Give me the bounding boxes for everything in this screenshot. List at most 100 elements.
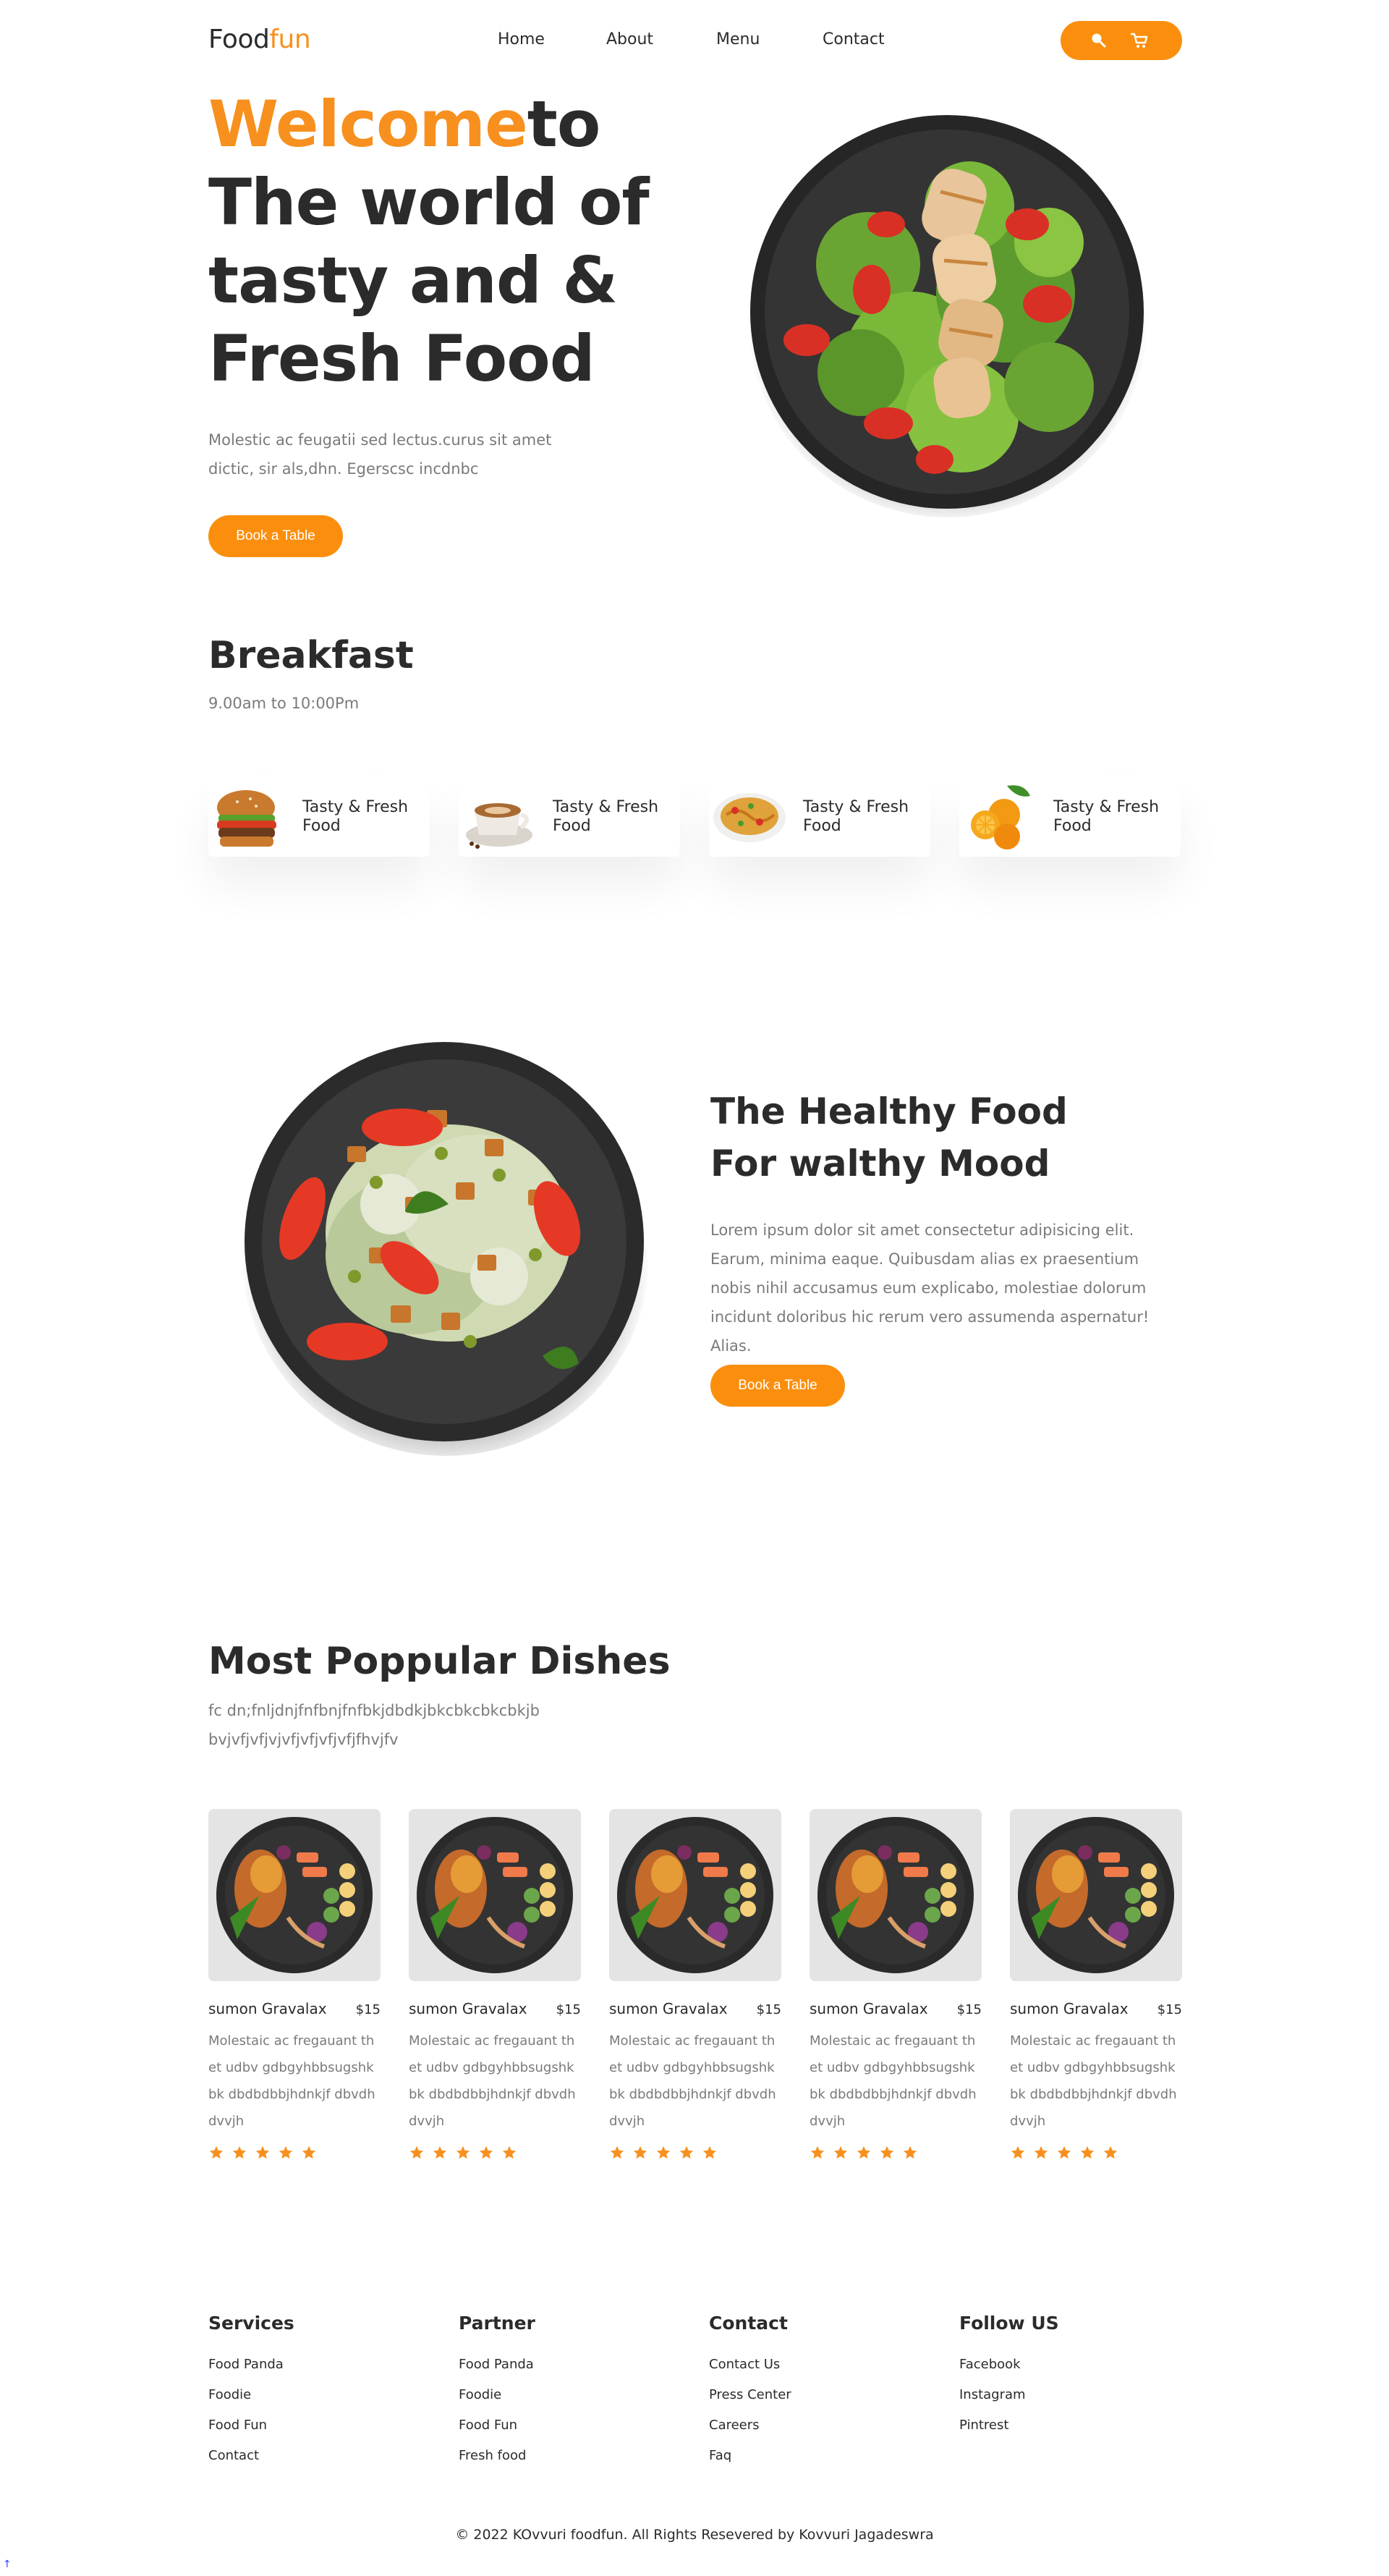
search-icon[interactable] (1089, 31, 1108, 50)
copyright-text: © 2022 KOvvuri foodfun. All Rights Resev… (455, 2527, 934, 2543)
star-icon (1056, 2145, 1072, 2161)
footer-link[interactable]: Careers (709, 2410, 926, 2441)
footer-link[interactable]: Food Fun (459, 2410, 676, 2441)
star-icon (810, 2145, 825, 2161)
footer-link[interactable]: Press Center (709, 2380, 926, 2410)
hero-description: Molestic ac feugatii sed lectus.curus si… (208, 431, 552, 478)
footer-column: Partner Food Panda Foodie Food Fun Fresh foo… (459, 2313, 676, 2471)
star-icon (432, 2145, 448, 2161)
dish-price: $15 (956, 2002, 982, 2017)
dish-name: sumon Gravalax (810, 2000, 928, 2017)
breakfast-title: Breakfast (208, 634, 414, 677)
dish-card[interactable]: sumon Gravalax $15 Molestaic ac fregauan… (609, 1809, 781, 2161)
star-icon (409, 2145, 425, 2161)
footer-link[interactable]: Pintrest (959, 2410, 1176, 2441)
star-icon (255, 2145, 271, 2161)
star-icon (879, 2145, 895, 2161)
dish-card[interactable]: sumon Gravalax $15 Molestaic ac fregauan… (409, 1809, 581, 2161)
nav-contact-link[interactable]: Contact (823, 30, 885, 48)
star-icon (679, 2145, 694, 2161)
star-icon (1010, 2145, 1026, 2161)
dish-rating (208, 2145, 381, 2161)
star-icon (702, 2145, 718, 2161)
star-icon (856, 2145, 872, 2161)
footer-link[interactable]: Facebook (959, 2350, 1176, 2380)
dish-price: $15 (1157, 2002, 1182, 2017)
star-icon (301, 2145, 317, 2161)
dish-description: Molestaic ac fregauant thet udbv gdbgyhb… (1010, 2033, 1177, 2129)
nav-actions (1061, 21, 1182, 60)
dish-rating (810, 2145, 982, 2161)
star-icon (609, 2145, 625, 2161)
footer-link[interactable]: Food Panda (208, 2350, 425, 2380)
dish-price: $15 (355, 2002, 381, 2017)
hero-title-accent: Welcome (208, 87, 528, 161)
nav-about-link[interactable]: About (606, 30, 653, 48)
site-logo[interactable]: Foodfun (208, 25, 311, 54)
footer-link[interactable]: Fresh food (459, 2441, 676, 2471)
category-card-coffee[interactable]: Tasty & Fresh Food (459, 777, 680, 857)
healthy-title: The Healthy Food For walthy Mood (710, 1085, 1116, 1190)
footer-link[interactable]: Foodie (459, 2380, 676, 2410)
star-icon (833, 2145, 849, 2161)
orange-icon (959, 777, 1039, 857)
dish-description: Molestaic ac fregauant thet udbv gdbgyhb… (609, 2033, 776, 2129)
dish-image (1010, 1809, 1182, 1981)
noodles-icon (709, 777, 789, 857)
footer-link[interactable]: Contact Us (709, 2350, 926, 2380)
dish-name: sumon Gravalax (609, 2000, 728, 2017)
star-icon (902, 2145, 918, 2161)
footer-link[interactable]: Instagram (959, 2380, 1176, 2410)
hero-book-table-button[interactable]: Book a Table (208, 515, 343, 557)
star-icon (232, 2145, 247, 2161)
dish-price: $15 (556, 2002, 581, 2017)
footer-link[interactable]: Food Panda (459, 2350, 676, 2380)
dish-description: Molestaic ac fregauant thet udbv gdbgyhb… (810, 2033, 977, 2129)
star-icon (278, 2145, 294, 2161)
dish-description: Molestaic ac fregauant thet udbv gdbgyhb… (409, 2033, 576, 2129)
dish-price: $15 (756, 2002, 781, 2017)
healthy-dish-plate-image (239, 1038, 651, 1457)
category-card-orange[interactable]: Tasty & Fresh Food (959, 777, 1181, 857)
star-icon (478, 2145, 494, 2161)
dish-name: sumon Gravalax (1010, 2000, 1129, 2017)
category-card-label: Tasty & Fresh Food (302, 798, 409, 835)
star-icon (208, 2145, 224, 2161)
footer-link[interactable]: Food Fun (208, 2410, 425, 2441)
category-card-label: Tasty & Fresh Food (1053, 798, 1160, 835)
breakfast-hours: 9.00am to 10:00Pm (208, 695, 360, 712)
footer-column: Contact Contact Us Press Center Careers Faq (709, 2313, 926, 2471)
dish-card[interactable]: sumon Gravalax $15 Molestaic ac fregauan… (1010, 1809, 1182, 2161)
dish-name: sumon Gravalax (409, 2000, 527, 2017)
popular-subtitle: fc dn;fnljdnjfnfbnjfnfbkjdbdkjbkcbkcbkcb… (208, 1702, 540, 1748)
healthy-title-line1: The Healthy Food (710, 1090, 1068, 1132)
footer-column-heading: Partner (459, 2313, 535, 2334)
category-card-burger[interactable]: Tasty & Fresh Food (208, 777, 430, 857)
healthy-title-line2: For walthy Mood (710, 1143, 1050, 1185)
healthy-description: Lorem ipsum dolor sit amet consectetur a… (710, 1221, 1150, 1355)
star-icon (455, 2145, 471, 2161)
nav-home-link[interactable]: Home (498, 30, 545, 48)
footer-column: Follow US Facebook Instagram Pintrest (959, 2313, 1176, 2441)
footer-column-heading: Follow US (959, 2313, 1059, 2334)
category-card-noodles[interactable]: Tasty & Fresh Food (709, 777, 930, 857)
dish-card[interactable]: sumon Gravalax $15 Molestaic ac fregauan… (810, 1809, 982, 2161)
cart-icon[interactable] (1130, 31, 1149, 50)
scroll-top-icon[interactable]: ↑ (3, 2559, 12, 2570)
footer-column: Services Food Panda Foodie Food Fun Contact (208, 2313, 425, 2471)
dish-description: Molestaic ac fregauant thet udbv gdbgyhb… (208, 2033, 375, 2129)
healthy-book-table-button[interactable]: Book a Table (710, 1365, 845, 1407)
nav-menu-link[interactable]: Menu (716, 30, 760, 48)
star-icon (632, 2145, 648, 2161)
hero-title: Welcometo The world of tasty and & Fresh… (208, 85, 657, 398)
dish-rating (609, 2145, 781, 2161)
footer-column-heading: Contact (709, 2313, 788, 2334)
footer-link[interactable]: Foodie (208, 2380, 425, 2410)
footer-link[interactable]: Contact (208, 2441, 425, 2471)
logo-main: Food (208, 25, 270, 54)
dish-image (609, 1809, 781, 1981)
dish-card[interactable]: sumon Gravalax $15 Molestaic ac fregauan… (208, 1809, 381, 2161)
category-card-label: Tasty & Fresh Food (803, 798, 909, 835)
footer-link[interactable]: Faq (709, 2441, 926, 2471)
logo-accent: fun (269, 25, 311, 54)
